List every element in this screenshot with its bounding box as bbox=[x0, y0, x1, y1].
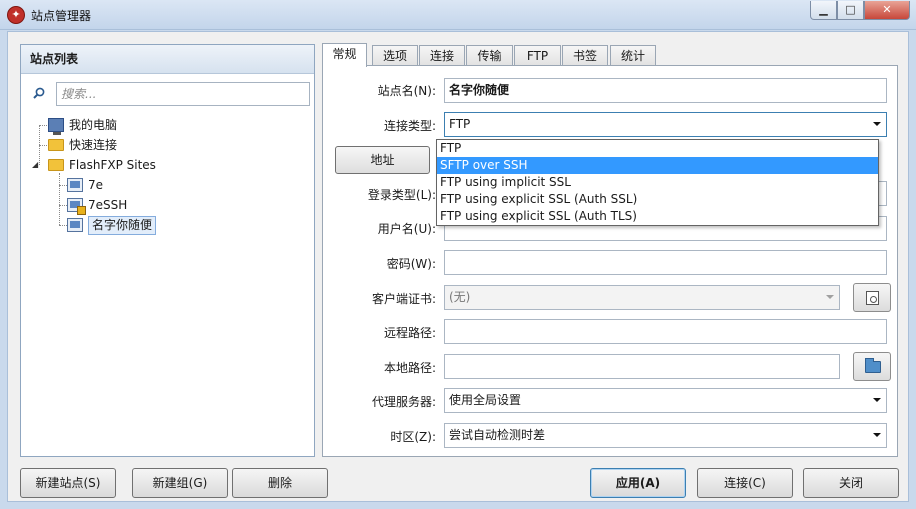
site-name-field[interactable]: 名字你随便 bbox=[444, 78, 887, 103]
monitor-lock-icon bbox=[67, 198, 86, 215]
conn-type-dropdown-list: FTP SFTP over SSH FTP using implicit SSL… bbox=[436, 139, 879, 226]
title-bar: ✦ 站点管理器 ▁ □ ✕ bbox=[0, 0, 916, 30]
close-button[interactable]: 关闭 bbox=[803, 468, 899, 498]
remote-path-label: 远程路径: bbox=[383, 326, 436, 340]
proxy-select[interactable]: 使用全局设置 bbox=[444, 388, 887, 413]
conn-type-label: 连接类型: bbox=[383, 119, 436, 133]
proxy-value: 使用全局设置 bbox=[449, 393, 522, 407]
remote-path-field[interactable] bbox=[444, 319, 887, 344]
chevron-down-icon bbox=[826, 295, 834, 299]
client-cert-value: (无) bbox=[449, 290, 471, 304]
tab-transfer[interactable]: 传输 bbox=[466, 45, 513, 66]
chevron-down-icon bbox=[873, 122, 881, 126]
tab-general[interactable]: 常规 bbox=[322, 43, 367, 67]
folder-icon bbox=[48, 139, 64, 151]
client-cert-label: 客户端证书: bbox=[371, 292, 436, 306]
username-label: 用户名(U): bbox=[377, 222, 436, 236]
chevron-down-icon bbox=[873, 433, 881, 437]
conn-type-option-explicit-tls[interactable]: FTP using explicit SSL (Auth TLS) bbox=[437, 208, 878, 225]
window-title: 站点管理器 bbox=[31, 9, 92, 23]
tab-bookmarks[interactable]: 书签 bbox=[562, 45, 608, 66]
tree-item-site-7essh[interactable]: 7eSSH bbox=[67, 195, 127, 215]
tree-item-flashfxp-sites[interactable]: FlashFXP Sites bbox=[48, 155, 156, 175]
site-name-label: 站点名(N): bbox=[377, 84, 436, 98]
tree-item-my-computer[interactable]: 我的电脑 bbox=[48, 115, 117, 135]
site-list-header: 站点列表 bbox=[21, 45, 314, 74]
computer-icon bbox=[48, 118, 64, 135]
timezone-value: 尝试自动检测时差 bbox=[449, 428, 546, 442]
folder-open-icon bbox=[48, 159, 64, 171]
login-type-label: 登录类型(L): bbox=[367, 188, 436, 202]
close-window-button[interactable]: ✕ bbox=[864, 1, 910, 20]
conn-type-option-explicit-ssl[interactable]: FTP using explicit SSL (Auth SSL) bbox=[437, 191, 878, 208]
timezone-select[interactable]: 尝试自动检测时差 bbox=[444, 423, 887, 448]
maximize-button[interactable]: □ bbox=[837, 1, 864, 20]
new-site-button[interactable]: 新建站点(S) bbox=[20, 468, 116, 498]
search-icon bbox=[33, 87, 45, 99]
delete-button[interactable]: 删除 bbox=[232, 468, 328, 498]
monitor-icon bbox=[67, 178, 83, 192]
conn-type-option-implicit-ssl[interactable]: FTP using implicit SSL bbox=[437, 174, 878, 191]
search-input[interactable] bbox=[56, 82, 310, 106]
connect-button[interactable]: 连接(C) bbox=[697, 468, 793, 498]
site-list-panel: 站点列表 ◢ 我的电脑 快速连接 bbox=[20, 44, 315, 457]
dialog-client-area: 站点列表 ◢ 我的电脑 快速连接 bbox=[7, 31, 909, 502]
conn-type-option-sftp[interactable]: SFTP over SSH bbox=[437, 157, 878, 174]
flashfxp-app-icon: ✦ bbox=[7, 6, 25, 24]
password-field[interactable] bbox=[444, 250, 887, 275]
collapse-arrow-icon[interactable]: ◢ bbox=[32, 160, 38, 169]
monitor-icon bbox=[67, 218, 83, 232]
folder-icon bbox=[865, 358, 881, 373]
tree-item-site-selected[interactable]: 名字你随便 bbox=[67, 215, 157, 235]
conn-type-select[interactable]: FTP bbox=[444, 112, 887, 137]
tab-connection[interactable]: 连接 bbox=[419, 45, 465, 66]
local-path-browse-button[interactable] bbox=[853, 352, 891, 381]
tree-item-site-7e[interactable]: 7e bbox=[67, 175, 103, 195]
address-button[interactable]: 地址 bbox=[335, 146, 430, 174]
password-label: 密码(W): bbox=[386, 257, 436, 271]
certificate-icon bbox=[866, 291, 879, 305]
window-controls: ▁ □ ✕ bbox=[810, 1, 910, 20]
chevron-down-icon bbox=[873, 398, 881, 402]
cert-browse-button[interactable] bbox=[853, 283, 891, 312]
client-cert-select[interactable]: (无) bbox=[444, 285, 840, 310]
proxy-label: 代理服务器: bbox=[371, 395, 436, 409]
general-tab-page: 站点名(N): 连接类型: 登录类型(L): 用户名(U): 密码(W): 客户… bbox=[322, 65, 898, 457]
conn-type-option-ftp[interactable]: FTP bbox=[437, 140, 878, 157]
new-group-button[interactable]: 新建组(G) bbox=[132, 468, 228, 498]
timezone-label: 时区(Z): bbox=[390, 430, 436, 444]
tab-options[interactable]: 选项 bbox=[372, 45, 418, 66]
local-path-field[interactable] bbox=[444, 354, 840, 379]
minimize-button[interactable]: ▁ bbox=[810, 1, 837, 20]
tab-statistics[interactable]: 统计 bbox=[610, 45, 656, 66]
apply-button[interactable]: 应用(A) bbox=[590, 468, 686, 498]
tree-item-quick-connect[interactable]: 快速连接 bbox=[48, 135, 117, 155]
conn-type-value: FTP bbox=[449, 117, 471, 131]
tab-ftp[interactable]: FTP bbox=[514, 45, 561, 66]
search-row bbox=[21, 74, 314, 112]
local-path-label: 本地路径: bbox=[383, 361, 436, 375]
